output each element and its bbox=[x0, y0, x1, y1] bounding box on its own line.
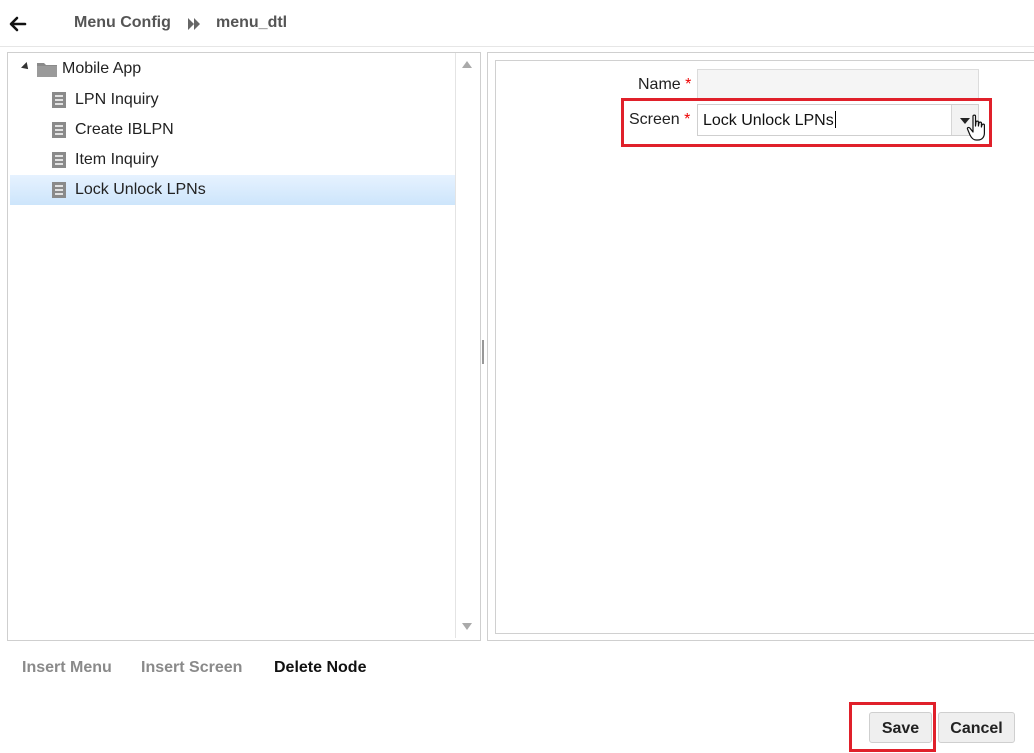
required-mark: * bbox=[685, 76, 692, 93]
cancel-button[interactable]: Cancel bbox=[938, 712, 1015, 743]
document-icon bbox=[52, 122, 66, 138]
insert-menu-button[interactable]: Insert Menu bbox=[22, 659, 112, 677]
double-chevron-right-icon bbox=[188, 18, 200, 30]
name-input[interactable] bbox=[697, 69, 979, 99]
name-label: Name * bbox=[638, 76, 692, 93]
tree-panel: Mobile App LPN Inquiry Create IBLPN Item… bbox=[7, 52, 481, 641]
tree-node-item-inquiry[interactable]: Item Inquiry bbox=[10, 145, 455, 175]
delete-node-button[interactable]: Delete Node bbox=[274, 659, 366, 677]
save-button-highlight bbox=[849, 702, 936, 752]
top-bar: Menu Config menu_dtl bbox=[0, 0, 1034, 47]
screen-field-highlight bbox=[621, 98, 992, 147]
document-icon bbox=[52, 182, 66, 198]
tree-node-label: LPN Inquiry bbox=[75, 91, 159, 108]
scroll-up-icon[interactable] bbox=[462, 61, 472, 68]
scroll-down-icon[interactable] bbox=[462, 623, 472, 630]
tree-node-label: Lock Unlock LPNs bbox=[75, 181, 206, 198]
document-icon bbox=[52, 92, 66, 108]
arrow-left-icon[interactable] bbox=[8, 14, 28, 34]
folder-icon bbox=[37, 63, 57, 77]
tree-node-lock-unlock-lpns[interactable]: Lock Unlock LPNs bbox=[10, 175, 455, 205]
tree-node-mobile-app[interactable]: Mobile App bbox=[10, 54, 455, 84]
tree-node-label: Mobile App bbox=[62, 60, 142, 77]
breadcrumb-menu-dtl: menu_dtl bbox=[216, 14, 288, 31]
tree-node-create-iblpn[interactable]: Create IBLPN bbox=[10, 115, 455, 145]
expand-caret-icon[interactable] bbox=[21, 62, 31, 72]
menu-tree: Mobile App LPN Inquiry Create IBLPN Item… bbox=[8, 53, 456, 638]
tree-scrollbar[interactable] bbox=[456, 53, 478, 638]
breadcrumb-menu-config[interactable]: Menu Config bbox=[74, 14, 171, 32]
panel-splitter-handle[interactable] bbox=[482, 340, 484, 364]
document-icon bbox=[52, 152, 66, 168]
tree-node-label: Create IBLPN bbox=[75, 121, 174, 138]
tree-node-label: Item Inquiry bbox=[75, 151, 159, 168]
tree-node-lpn-inquiry[interactable]: LPN Inquiry bbox=[10, 85, 455, 115]
insert-screen-button[interactable]: Insert Screen bbox=[141, 659, 242, 677]
